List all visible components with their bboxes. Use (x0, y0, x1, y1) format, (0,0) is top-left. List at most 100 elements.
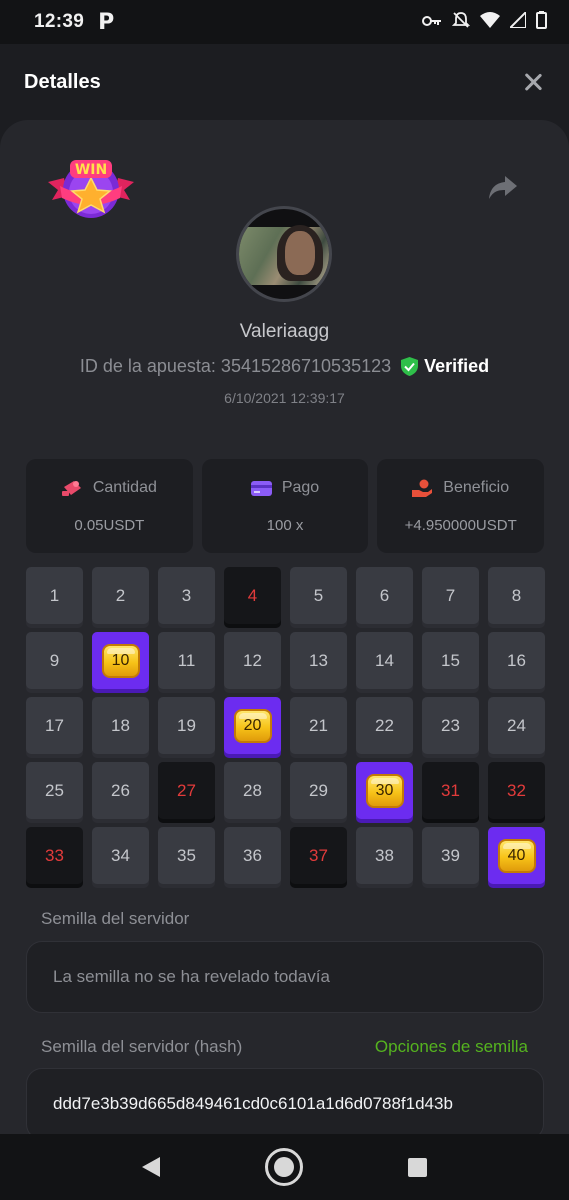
stat-payout-value: 100 x (266, 517, 304, 534)
profit-hand-icon (412, 479, 433, 497)
bet-id-row: ID de la apuesta: 35415286710535123 Veri… (0, 356, 569, 377)
coins-icon (61, 481, 81, 496)
grid-cell-number: 19 (177, 715, 196, 735)
grid-cell-number: 23 (441, 715, 460, 735)
grid-cell-number: 12 (243, 650, 262, 670)
grid-cell-number: 11 (177, 650, 196, 670)
stats-row: Cantidad 0.05USDT Pago 100 x Beneficio +… (26, 459, 545, 553)
grid-cell-17[interactable]: 17 (26, 697, 83, 754)
gem-icon: 30 (365, 773, 404, 808)
grid-cell-40[interactable]: 40 (488, 827, 545, 884)
grid-cell-7[interactable]: 7 (422, 567, 479, 624)
grid-cell-number: 17 (45, 715, 64, 735)
grid-cell-19[interactable]: 19 (158, 697, 215, 754)
stat-profit-head: Beneficio (377, 479, 544, 497)
grid-cell-number: 2 (115, 585, 126, 605)
number-grid: 1 2 3 4 5 6 7 8 9 10 11 12 13 14 15 16 17 18 19 20 21 22 23 24 2… (26, 567, 545, 884)
avatar (236, 206, 332, 302)
server-hash-field[interactable]: ddd7e3b39d665d849461cd0c6101a1d6d0788f1d… (26, 1068, 544, 1140)
grid-cell-1[interactable]: 1 (26, 567, 83, 624)
grid-cell-number: 38 (375, 845, 394, 865)
grid-cell-34[interactable]: 34 (92, 827, 149, 884)
grid-cell-number: 16 (507, 650, 526, 670)
stat-profit-value: +4.950000USDT (404, 517, 517, 534)
back-icon[interactable] (142, 1157, 161, 1177)
grid-cell-6[interactable]: 6 (356, 567, 413, 624)
grid-cell-22[interactable]: 22 (356, 697, 413, 754)
bet-details-card: WIN Valeriaagg ID de la apuesta: 3541528… (0, 120, 569, 1140)
grid-cell-number: 15 (441, 650, 460, 670)
bet-id: ID de la apuesta: 35415286710535123 (80, 356, 391, 377)
grid-cell-18[interactable]: 18 (92, 697, 149, 754)
grid-cell-number: 18 (111, 715, 130, 735)
stat-amount-head: Cantidad (26, 479, 193, 497)
grid-cell-21[interactable]: 21 (290, 697, 347, 754)
grid-cell-37[interactable]: 37 (290, 827, 347, 884)
home-icon[interactable] (264, 1148, 303, 1186)
grid-cell-32[interactable]: 32 (488, 762, 545, 819)
grid-cell-number: 40 (507, 846, 526, 864)
grid-cell-number: 4 (247, 585, 258, 605)
close-icon[interactable] (521, 70, 545, 94)
status-bar: 12:39 P (0, 0, 569, 44)
grid-cell-16[interactable]: 16 (488, 632, 545, 689)
avatar-face (285, 231, 315, 275)
grid-cell-24[interactable]: 24 (488, 697, 545, 754)
signal-icon (507, 9, 527, 33)
app-notification-icon: P (98, 9, 115, 35)
grid-cell-27[interactable]: 27 (158, 762, 215, 819)
grid-cell-4[interactable]: 4 (224, 567, 281, 624)
grid-cell-12[interactable]: 12 (224, 632, 281, 689)
grid-cell-30[interactable]: 30 (356, 762, 413, 819)
grid-cell-number: 22 (375, 715, 394, 735)
grid-cell-11[interactable]: 11 (158, 632, 215, 689)
grid-cell-number: 10 (111, 651, 130, 669)
server-seed-label: Semilla del servidor (41, 909, 190, 928)
grid-cell-31[interactable]: 31 (422, 762, 479, 819)
grid-cell-29[interactable]: 29 (290, 762, 347, 819)
stat-amount-value: 0.05USDT (74, 517, 145, 534)
grid-cell-15[interactable]: 15 (422, 632, 479, 689)
win-badge-icon: WIN (48, 160, 134, 218)
grid-cell-9[interactable]: 9 (26, 632, 83, 689)
seed-options-link[interactable]: Opciones de semilla (375, 1037, 528, 1057)
stat-amount-label: Cantidad (92, 479, 157, 496)
grid-cell-33[interactable]: 33 (26, 827, 83, 884)
grid-cell-number: 13 (309, 650, 328, 670)
status-time: 12:39 (34, 11, 85, 32)
grid-cell-36[interactable]: 36 (224, 827, 281, 884)
details-header: Detalles (0, 44, 569, 120)
grid-cell-number: 29 (309, 780, 328, 800)
verified-label: Verified (424, 356, 490, 376)
grid-cell-23[interactable]: 23 (422, 697, 479, 754)
grid-cell-13[interactable]: 13 (290, 632, 347, 689)
battery-icon (536, 10, 547, 34)
grid-cell-25[interactable]: 25 (26, 762, 83, 819)
grid-cell-number: 32 (507, 780, 526, 800)
grid-cell-number: 7 (445, 585, 456, 605)
grid-cell-38[interactable]: 38 (356, 827, 413, 884)
grid-cell-26[interactable]: 26 (92, 762, 149, 819)
grid-cell-35[interactable]: 35 (158, 827, 215, 884)
share-icon[interactable] (488, 174, 518, 200)
grid-cell-3[interactable]: 3 (158, 567, 215, 624)
grid-cell-8[interactable]: 8 (488, 567, 545, 624)
grid-cell-number: 8 (511, 585, 522, 605)
grid-cell-10[interactable]: 10 (92, 632, 149, 689)
grid-cell-2[interactable]: 2 (92, 567, 149, 624)
grid-cell-14[interactable]: 14 (356, 632, 413, 689)
grid-cell-5[interactable]: 5 (290, 567, 347, 624)
grid-cell-20[interactable]: 20 (224, 697, 281, 754)
server-hash-label: Semilla del servidor (hash) (41, 1037, 243, 1056)
username: Valeriaagg (239, 321, 330, 342)
win-badge-text: WIN (75, 162, 107, 178)
gem-icon: 40 (497, 838, 536, 873)
grid-cell-number: 24 (507, 715, 526, 735)
grid-cell-28[interactable]: 28 (224, 762, 281, 819)
grid-cell-number: 20 (243, 716, 262, 734)
grid-cell-number: 25 (45, 780, 64, 800)
grid-cell-39[interactable]: 39 (422, 827, 479, 884)
server-seed-field[interactable]: La semilla no se ha revelado todavía (26, 941, 544, 1013)
status-icons (422, 9, 547, 34)
recent-apps-icon[interactable] (407, 1157, 427, 1177)
